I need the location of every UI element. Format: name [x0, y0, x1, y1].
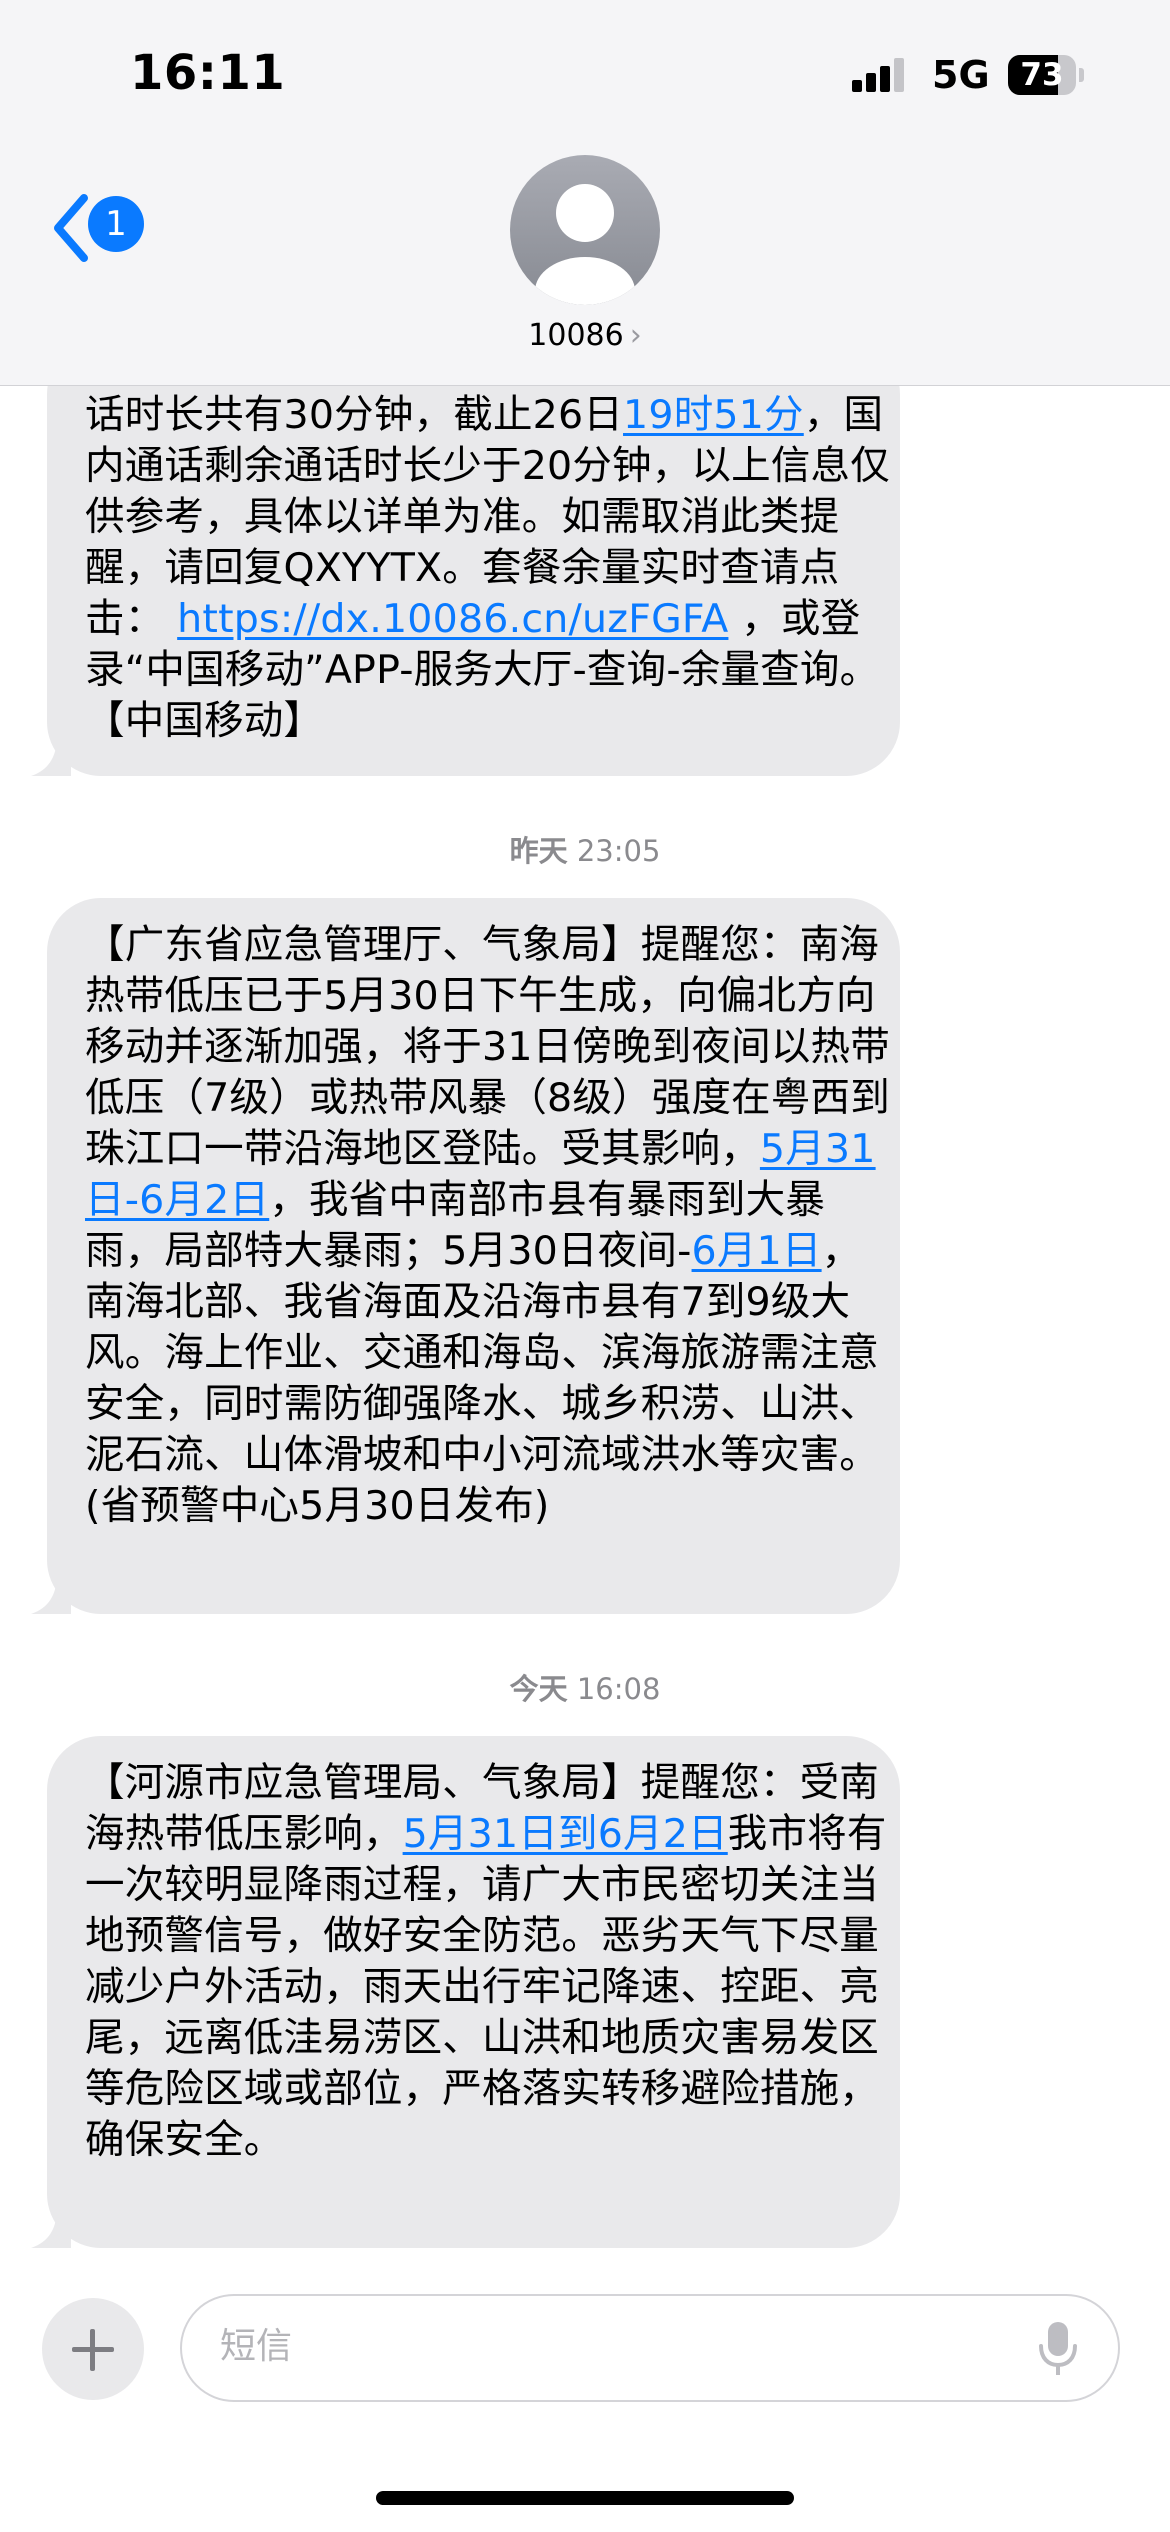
message-text: 话时长共有30分钟，截止26日 — [85, 392, 624, 438]
contact-name[interactable]: 10086 › — [0, 318, 1170, 353]
chevron-right-icon: › — [629, 318, 642, 353]
timestamp: 昨天 23:05 — [509, 834, 661, 868]
bubble-tail — [31, 1574, 71, 1614]
home-indicator[interactable] — [376, 2491, 794, 2505]
message-text: 我市将有一次较明显降雨过程，请广大市民密切关注当地预警信号，做好安全防范。恶劣天… — [85, 1811, 887, 2163]
battery-icon: 73 — [1008, 55, 1084, 95]
url-link[interactable]: https://dx.10086.cn/uzFGFA — [177, 596, 728, 642]
battery-level: 73 — [1020, 57, 1064, 93]
microphone-icon[interactable] — [1038, 2320, 1078, 2380]
conversation-header: 16:11 5G 73 1 10086 › — [0, 0, 1170, 386]
status-time: 16:11 — [130, 45, 286, 101]
contact-avatar-icon[interactable] — [510, 155, 660, 305]
date-link[interactable]: 5月31日到6月2日 — [403, 1811, 728, 1857]
message-bubble: 话时长共有30分钟，截止26日19时51分，国内通话剩余通话时长少于20分钟，以… — [31, 340, 900, 776]
date-link[interactable]: 19时51分 — [623, 392, 804, 438]
add-attachment-button[interactable] — [42, 2298, 144, 2400]
bubble-tail — [31, 2208, 71, 2248]
message-bubble: 【广东省应急管理厅、气象局】提醒您：南海热带低压已于5月30日下午生成，向偏北方… — [31, 898, 900, 1614]
date-link[interactable]: 6月1日 — [692, 1228, 822, 1274]
message-input-placeholder: 短信 — [220, 2326, 293, 2367]
timestamp: 今天 16:08 — [509, 1672, 661, 1706]
network-type: 5G — [932, 53, 990, 97]
bubble-tail — [31, 736, 71, 776]
message-input[interactable]: 短信 — [180, 2294, 1120, 2402]
message-bubble: 【河源市应急管理局、气象局】提醒您：受南海热带低压影响，5月31日到6月2日我市… — [31, 1736, 900, 2248]
unread-count-badge[interactable]: 1 — [88, 196, 144, 252]
cellular-signal-icon — [852, 58, 904, 92]
